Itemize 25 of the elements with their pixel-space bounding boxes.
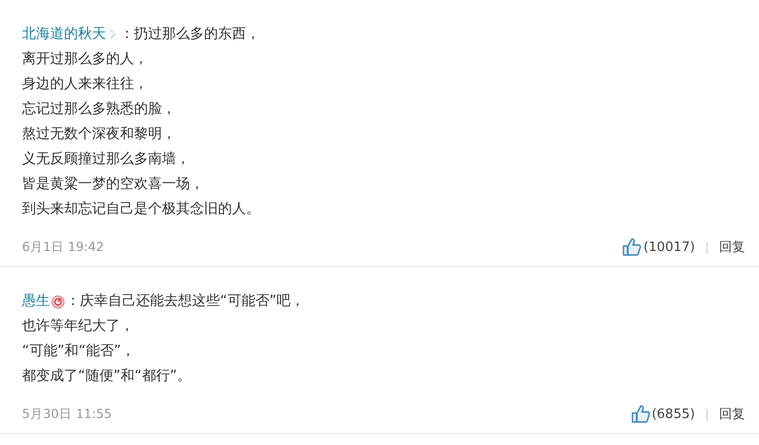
comment-text: 离开过那么多的人， — [22, 50, 148, 69]
comment-text: 熬过无数个深夜和黎明， — [22, 125, 176, 144]
medal-icon — [51, 294, 65, 308]
separator: | — [704, 407, 709, 421]
comment-time: 6月1日 19:42 — [22, 238, 105, 256]
author-name[interactable]: 北海道的秋天 — [22, 22, 106, 47]
separator: | — [704, 240, 709, 254]
thumbs-up-icon[interactable] — [630, 405, 651, 423]
like-count: (6855) — [652, 406, 695, 422]
comment-text: 忘记过那么多熟悉的脸， — [22, 100, 176, 119]
comment-text: 到头来却忘记自己是个极其念旧的人。 — [22, 200, 260, 219]
comment-text: 也许等年纪大了， — [22, 317, 134, 336]
comment-text: 都变成了“随便”和“都行”。 — [22, 367, 192, 386]
comment-text: ：庆幸自己还能去想这些“可能否”吧， — [66, 292, 305, 311]
reply-link[interactable]: 回复 — [719, 405, 745, 423]
reply-link[interactable]: 回复 — [719, 238, 745, 256]
comment-text: 身边的人来来往往， — [22, 75, 148, 94]
thumbs-up-icon[interactable] — [622, 238, 642, 256]
like-count: (10017) — [643, 240, 695, 254]
author-name[interactable]: 愚生 — [22, 289, 50, 314]
comment-text: 义无反顾撞过那么多南墙， — [22, 150, 190, 169]
comment-text: ：扔过那么多的东西， — [120, 25, 260, 44]
comment-text: “可能”和“能否”， — [22, 342, 136, 361]
comment-time: 5月30日 11:55 — [22, 406, 113, 422]
comment-text: 皆是黄粱一梦的空欢喜一场， — [22, 175, 204, 194]
